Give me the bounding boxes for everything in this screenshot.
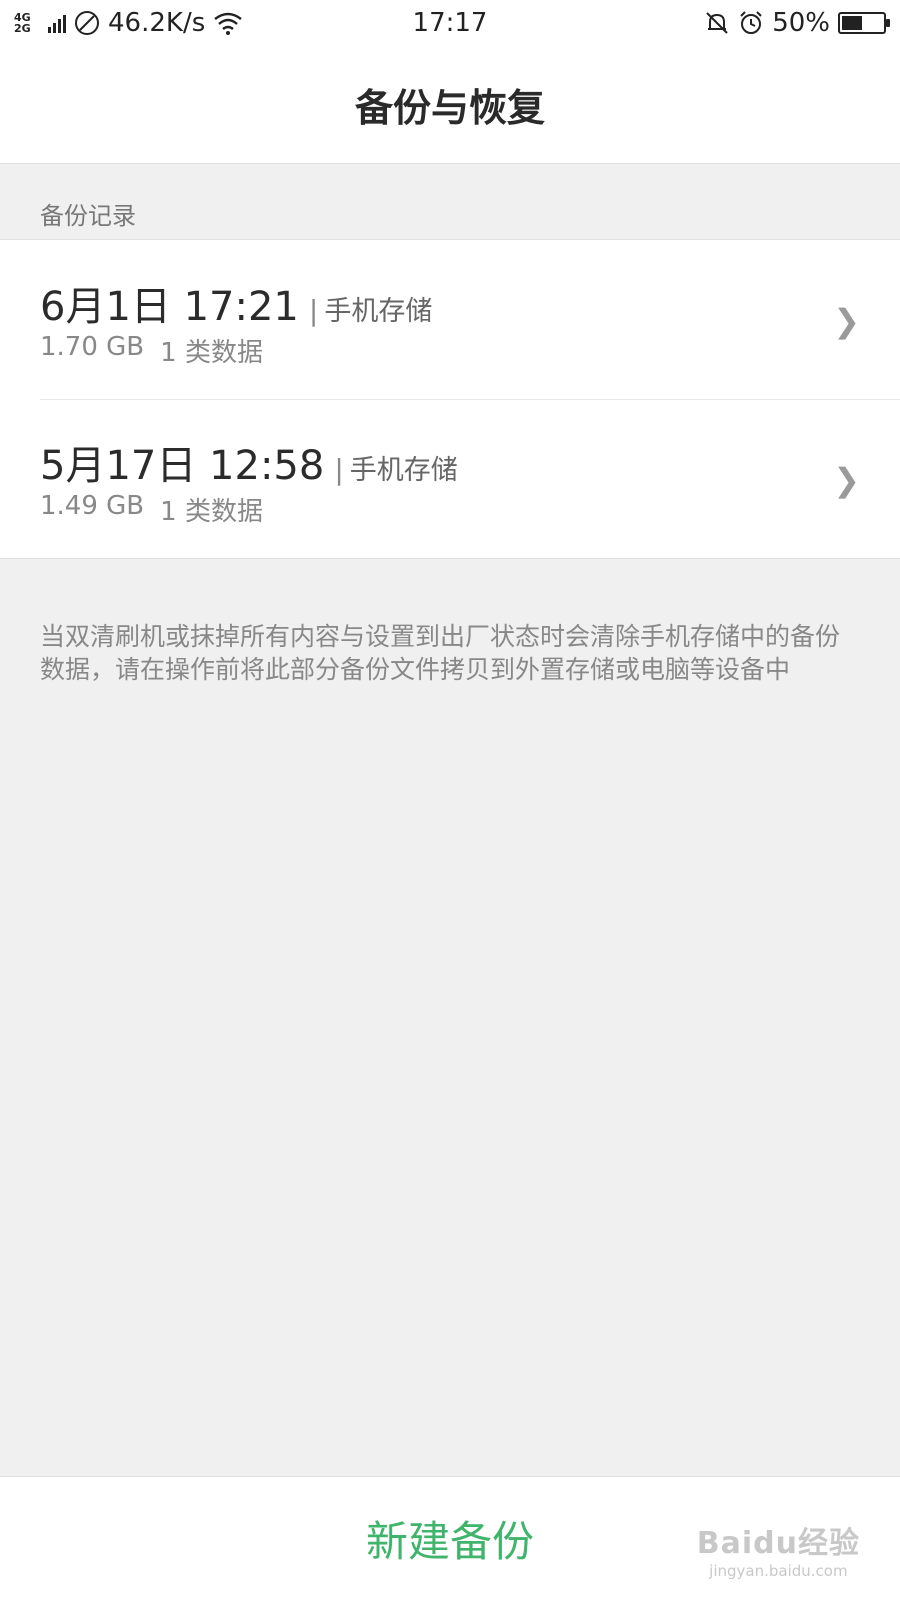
backup-note: 当双清刷机或抹掉所有内容与设置到出厂状态时会清除手机存储中的备份数据，请在操作前… (40, 622, 841, 684)
status-right: 50% (704, 8, 890, 38)
backup-types: 1 类数据 (160, 497, 263, 527)
status-left: 4G 2G 46.2K/s (14, 8, 243, 38)
battery-level (842, 16, 862, 30)
new-backup-button[interactable]: 新建备份 (366, 1508, 534, 1569)
separator: | (334, 453, 344, 486)
backup-record-details: 1.70 GB 1 类数据 (40, 332, 263, 369)
backup-storage: 手机存储 (349, 455, 458, 486)
backup-record-item[interactable]: 5月17日 12:58 | 手机存储 1.49 GB 1 类数据 ❯ (0, 399, 900, 558)
title-bar: 备份与恢复 (0, 46, 900, 164)
signal-icon (48, 13, 66, 33)
battery-percent: 50% (772, 8, 830, 38)
backup-record-details: 1.49 GB 1 类数据 (40, 491, 263, 528)
network-speed: 46.2K/s (108, 8, 206, 38)
battery-icon (838, 12, 890, 34)
chevron-right-icon: ❯ (833, 302, 860, 340)
backup-size: 1.49 GB (40, 491, 145, 521)
page-title: 备份与恢复 (354, 86, 545, 130)
wifi-icon (214, 12, 243, 35)
backup-list: 6月1日 17:21 | 手机存储 1.70 GB 1 类数据 ❯ 5月17日 … (0, 239, 900, 559)
network-type: 4G 2G (14, 11, 31, 35)
no-sim-icon (75, 11, 99, 35)
backup-storage: 手机存储 (324, 296, 433, 327)
watermark-url: jingyan.baidu.com (709, 1562, 848, 1580)
backup-record-title: 6月1日 17:21 | 手机存储 (40, 274, 432, 332)
alarm-icon (740, 11, 762, 34)
backup-date: 6月1日 17:21 (40, 284, 299, 330)
watermark-logo: Baidu经验 (696, 1526, 860, 1561)
separator: | (308, 294, 319, 327)
watermark: Baidu经验 jingyan.baidu.com (697, 1518, 860, 1580)
backup-types: 1 类数据 (160, 338, 263, 368)
backup-date: 5月17日 12:58 (40, 443, 325, 489)
backup-record-item[interactable]: 6月1日 17:21 | 手机存储 1.70 GB 1 类数据 ❯ (0, 240, 900, 399)
section-header: 备份记录 (40, 202, 136, 230)
status-bar: 4G 2G 46.2K/s 17:17 50% (0, 0, 900, 46)
backup-record-title: 5月17日 12:58 | 手机存储 (40, 433, 458, 491)
mute-bell-icon (706, 12, 728, 34)
chevron-right-icon: ❯ (833, 461, 860, 499)
backup-size: 1.70 GB (40, 332, 145, 362)
